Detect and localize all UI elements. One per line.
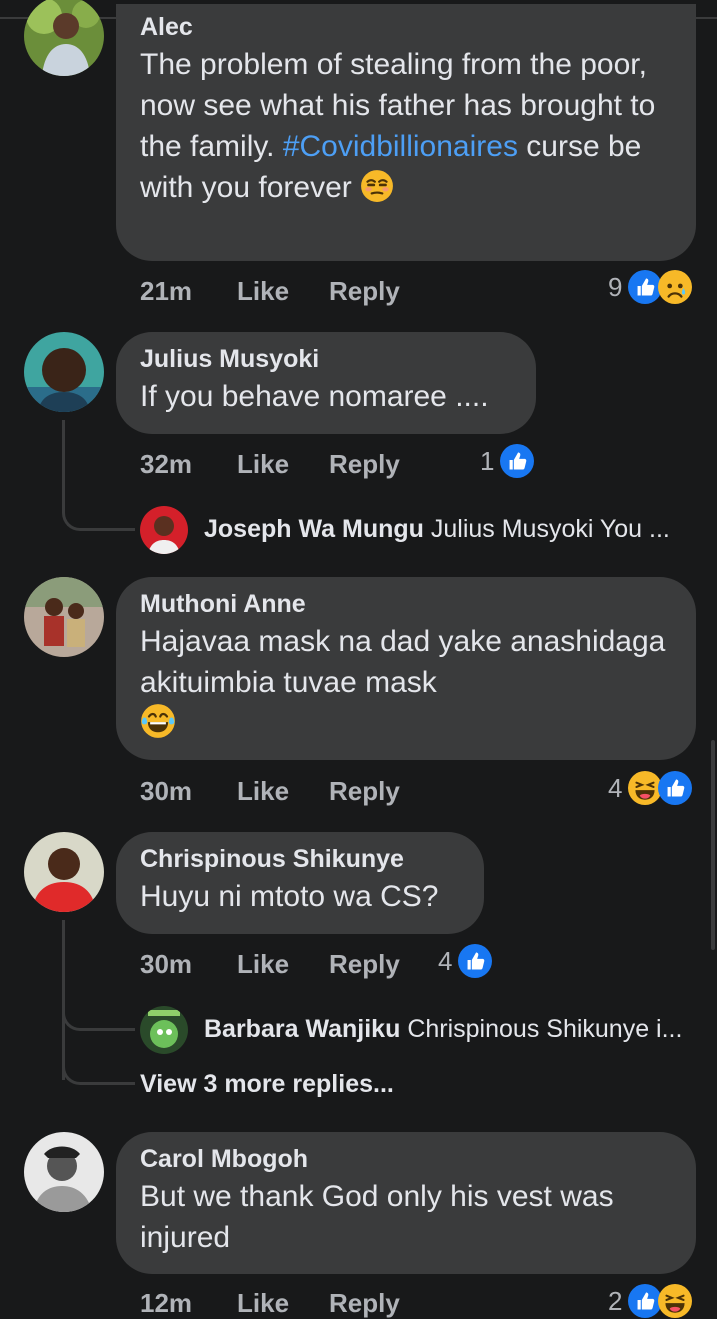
like-button[interactable]: Like bbox=[237, 449, 289, 480]
reply-preview[interactable]: Joseph Wa Mungu Julius Musyoki You ... bbox=[204, 515, 670, 544]
reaction-count: 4 bbox=[608, 772, 623, 803]
reply-button[interactable]: Reply bbox=[329, 776, 400, 807]
comment-time: 30m bbox=[140, 949, 193, 979]
comment-bubble: Chrispinous Shikunye Huyu ni mtoto wa CS… bbox=[116, 832, 484, 934]
comment-text: If you behave nomaree .... bbox=[140, 380, 489, 413]
reply-button[interactable]: Reply bbox=[329, 1288, 400, 1319]
comment-time: 32m bbox=[140, 449, 193, 479]
comment-text: But we thank God only his vest was injur… bbox=[140, 1180, 614, 1254]
avatar[interactable] bbox=[24, 577, 104, 657]
sad-icon bbox=[658, 270, 692, 304]
reply-thread-branch bbox=[62, 990, 135, 1031]
like-icon bbox=[500, 444, 534, 478]
like-icon bbox=[628, 1284, 662, 1318]
comment-author[interactable]: Chrispinous Shikunye bbox=[140, 842, 460, 876]
reply-snippet: Chrispinous Shikunye i... bbox=[407, 1015, 683, 1043]
comment-author[interactable]: Alec bbox=[140, 10, 672, 44]
smirk-emoji-icon bbox=[360, 169, 394, 203]
reaction-count: 2 bbox=[608, 1285, 623, 1316]
comment-bubble: Carol Mbogoh But we thank God only his v… bbox=[116, 1132, 696, 1274]
view-more-replies-link[interactable]: View 3 more replies... bbox=[140, 1070, 394, 1099]
reaction-summary[interactable]: 4 bbox=[608, 771, 692, 805]
comment-text: The problem of stealing from the poor, n… bbox=[140, 44, 672, 208]
comment-time: 30m bbox=[140, 776, 193, 806]
comment-author[interactable]: Carol Mbogoh bbox=[140, 1142, 672, 1176]
avatar[interactable] bbox=[24, 332, 104, 412]
reply-author[interactable]: Barbara Wanjiku bbox=[204, 1015, 400, 1043]
comment-bubble: Julius Musyoki If you behave nomaree ...… bbox=[116, 332, 536, 434]
hashtag-link[interactable]: #Covidbillionaires bbox=[283, 130, 518, 163]
comment-author[interactable]: Muthoni Anne bbox=[140, 587, 672, 621]
reply-author[interactable]: Joseph Wa Mungu bbox=[204, 515, 424, 543]
reply-thread-branch bbox=[62, 1040, 135, 1085]
haha-icon bbox=[658, 1284, 692, 1318]
comment-time: 12m bbox=[140, 1288, 193, 1318]
like-icon bbox=[628, 270, 662, 304]
comment-text: Huyu ni mtoto wa CS? bbox=[140, 880, 439, 913]
reaction-summary[interactable]: 1 bbox=[480, 444, 534, 478]
reply-preview[interactable]: Barbara Wanjiku Chrispinous Shikunye i..… bbox=[204, 1015, 682, 1044]
tears-of-joy-emoji-icon bbox=[140, 703, 176, 739]
reaction-count: 9 bbox=[608, 271, 623, 302]
avatar[interactable] bbox=[24, 1132, 104, 1212]
avatar[interactable] bbox=[24, 0, 104, 76]
like-icon bbox=[658, 771, 692, 805]
reaction-summary[interactable]: 4 bbox=[438, 944, 492, 978]
like-button[interactable]: Like bbox=[237, 949, 289, 980]
scrollbar[interactable] bbox=[711, 740, 715, 950]
comment-author[interactable]: Julius Musyoki bbox=[140, 342, 512, 376]
avatar[interactable] bbox=[140, 506, 188, 554]
haha-icon bbox=[628, 771, 662, 805]
like-button[interactable]: Like bbox=[237, 776, 289, 807]
reply-snippet: Julius Musyoki You ... bbox=[430, 515, 670, 543]
reply-button[interactable]: Reply bbox=[329, 949, 400, 980]
avatar[interactable] bbox=[24, 832, 104, 912]
reaction-summary[interactable]: 9 bbox=[608, 270, 692, 304]
comment-bubble: Alec The problem of stealing from the po… bbox=[116, 4, 696, 261]
comment-time: 21m bbox=[140, 276, 193, 306]
reaction-summary[interactable]: 2 bbox=[608, 1284, 692, 1318]
comment-text-body: Hajavaa mask na dad yake anashidaga akit… bbox=[140, 625, 666, 699]
comment-bubble: Muthoni Anne Hajavaa mask na dad yake an… bbox=[116, 577, 696, 760]
like-button[interactable]: Like bbox=[237, 276, 289, 307]
avatar[interactable] bbox=[140, 1006, 188, 1054]
reaction-count: 4 bbox=[438, 945, 453, 976]
reaction-count: 1 bbox=[480, 445, 495, 476]
like-icon bbox=[458, 944, 492, 978]
comment-text: Hajavaa mask na dad yake anashidaga akit… bbox=[140, 621, 672, 744]
reply-button[interactable]: Reply bbox=[329, 449, 400, 480]
like-button[interactable]: Like bbox=[237, 1288, 289, 1319]
reply-thread-line bbox=[62, 420, 135, 531]
reply-button[interactable]: Reply bbox=[329, 276, 400, 307]
